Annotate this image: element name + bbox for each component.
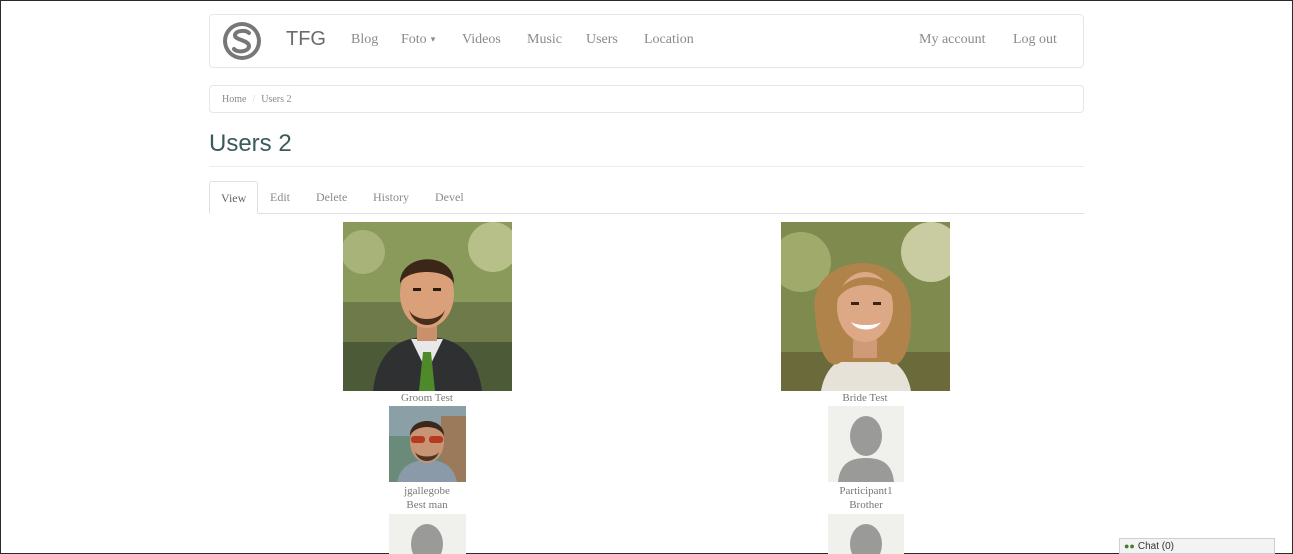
breadcrumb-current: Users 2: [261, 94, 292, 105]
breadcrumb-separator: /: [252, 94, 256, 105]
nav-music[interactable]: Music: [527, 32, 562, 48]
default-user-icon: [828, 514, 904, 554]
participant-avatar[interactable]: [828, 406, 904, 482]
chat-widget[interactable]: ●● Chat (0): [1119, 538, 1275, 554]
brand-name[interactable]: TFG: [286, 28, 326, 51]
tab-devel[interactable]: Devel: [435, 181, 464, 213]
tab-history[interactable]: History: [373, 181, 409, 213]
breadcrumb-home[interactable]: Home: [222, 94, 246, 105]
nav-foto-label: Foto: [401, 32, 427, 47]
nav-log-out[interactable]: Log out: [1013, 32, 1057, 48]
nav-videos[interactable]: Videos: [462, 32, 501, 48]
nav-location[interactable]: Location: [644, 32, 694, 48]
chat-label: Chat (0): [1137, 541, 1174, 552]
tabs-divider: [209, 213, 1084, 214]
chat-users-icon: ●●: [1124, 541, 1135, 551]
chevron-down-icon: ▾: [430, 34, 436, 45]
participant-role: Brother: [849, 499, 883, 511]
tab-view[interactable]: View: [209, 181, 259, 214]
bestman-role: Best man: [406, 499, 448, 511]
nav-blog[interactable]: Blog: [351, 32, 378, 48]
user-avatar-placeholder[interactable]: [828, 514, 904, 554]
participant-name[interactable]: Participant1: [766, 485, 966, 498]
groom-avatar[interactable]: [343, 222, 512, 391]
tab-delete[interactable]: Delete: [316, 181, 347, 213]
bride-name[interactable]: Bride Test: [765, 392, 965, 405]
nav-users[interactable]: Users: [586, 32, 618, 48]
window-frame: [0, 0, 1293, 554]
groom-name[interactable]: Groom Test: [327, 392, 527, 405]
nav-foto[interactable]: Foto ▾: [401, 32, 435, 48]
navbar: TFG Blog Foto ▾ Videos Music Users Locati…: [209, 14, 1084, 68]
bestman-name[interactable]: jgallegobe: [327, 485, 527, 498]
user-avatar-placeholder[interactable]: [389, 514, 466, 554]
bride-avatar[interactable]: [781, 222, 950, 391]
title-divider: [209, 166, 1084, 167]
site-logo-icon[interactable]: [222, 21, 262, 61]
page-title: Users 2: [209, 130, 292, 157]
default-user-icon: [828, 406, 904, 482]
nav-my-account[interactable]: My account: [919, 32, 985, 48]
bestman-avatar[interactable]: [389, 406, 466, 482]
default-user-icon: [389, 514, 466, 554]
breadcrumb: Home / Users 2: [209, 85, 1084, 113]
tab-edit[interactable]: Edit: [270, 181, 290, 213]
